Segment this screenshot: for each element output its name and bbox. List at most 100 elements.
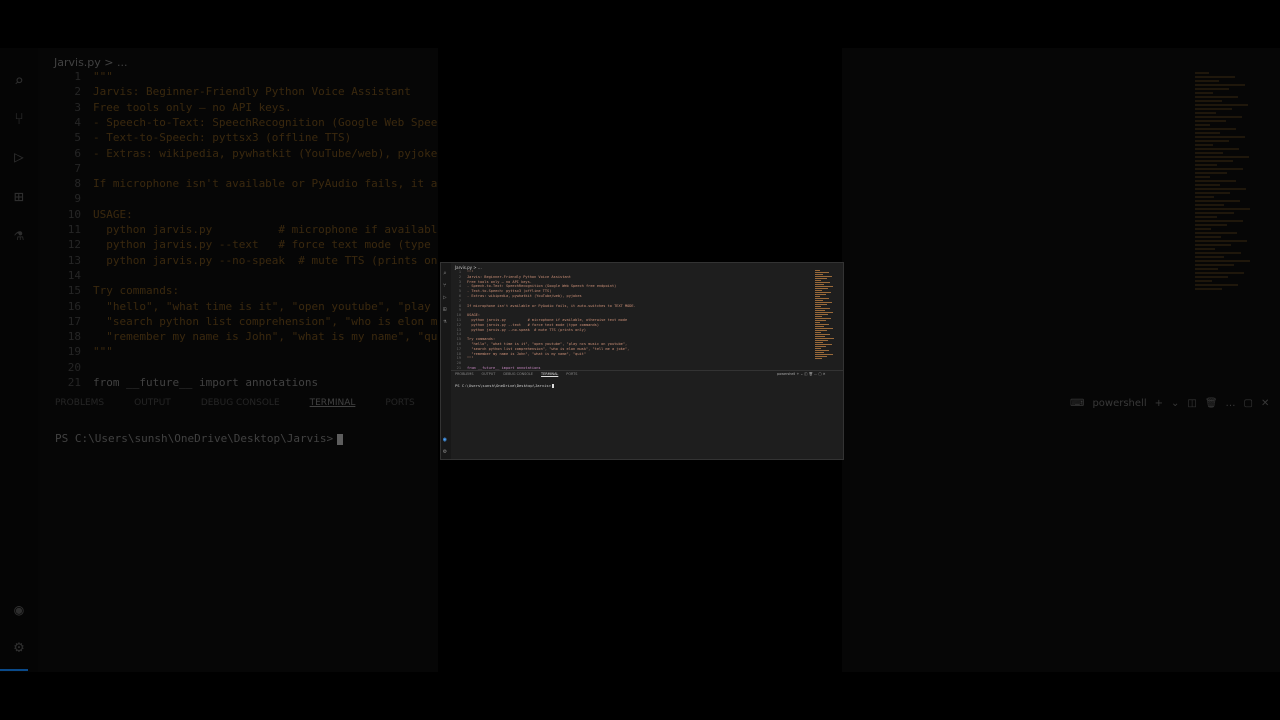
minimap-line [1195,128,1236,130]
fg-code-editor[interactable]: 1 """ 2 Jarvis: Beginner-Friendly Python Vo… [455,270,825,370]
minimap-line [815,288,828,289]
line-number: 20 [67,360,81,374]
maximize-icon[interactable]: ▢ [1244,398,1253,409]
more-icon[interactable]: … [1226,398,1236,409]
tab-terminal[interactable]: TERMINAL [310,398,356,408]
tab-terminal[interactable]: TERMINAL [541,372,558,376]
code-line: - Text-to-Speech: pyttsx3 (offline TTS) [467,289,552,294]
minimap-line [815,320,826,321]
tab-output[interactable]: OUTPUT [482,372,496,376]
minimap-line [815,352,824,353]
chevron-down-icon[interactable]: ⌄ [1171,398,1179,409]
fg-terminal-prompt[interactable]: PS C:\Users\sunsh\OneDrive\Desktop\Jarvi… [455,383,555,388]
minimap-line [815,278,827,279]
tab-output[interactable]: OUTPUT [134,398,171,408]
minimap-line [1195,224,1228,226]
line-number: 19 [67,345,81,359]
fg-terminal-cursor [552,384,555,388]
code-line: "remember my name is John", "what is my … [467,351,586,356]
minimap-line [1195,188,1247,190]
minimap-line [815,284,825,285]
fg-minimap[interactable] [815,269,839,369]
fg-panel-tabs: PROBLEMS OUTPUT DEBUG CONSOLE TERMINAL PORTS [455,372,585,376]
tab-problems[interactable]: PROBLEMS [55,398,104,408]
minimap-line [815,332,822,333]
account-icon[interactable]: ◉ [10,601,28,619]
tab-debug-console[interactable]: DEBUG CONSOLE [503,372,533,376]
line-number: 5 [458,289,461,294]
close-icon[interactable]: ✕ [1261,398,1269,409]
fg-account-icon[interactable]: ◉ [443,436,449,443]
minimap-line [815,280,821,281]
code-line: "search python list comprehension", "who… [106,314,440,328]
minimap-line [1195,256,1225,258]
minimap-line [1195,112,1216,114]
plus-icon[interactable]: + [1155,398,1163,409]
minimap-line [1195,192,1230,194]
tab-debug-console[interactable]: DEBUG CONSOLE [201,398,280,408]
line-number: 1 [458,270,461,274]
terminal-prompt[interactable]: PS C:\Users\sunsh\OneDrive\Desktop\Jarvi… [55,432,344,445]
source-control-icon[interactable]: ⑂ [10,110,28,128]
terminal-toolbar: ⌨ powershell + ⌄ ◫ 🗑 … ▢ ✕ [1070,398,1277,409]
line-number: 14 [456,332,461,337]
code-line: """ [467,270,474,274]
trash-icon[interactable]: 🗑 [1205,398,1218,409]
minimap-line [815,290,823,291]
code-line: Try commands: [93,284,180,298]
minimap-line [1195,216,1218,218]
line-number: 12 [456,322,461,327]
minimap-line [815,282,830,283]
line-number: 3 [458,279,461,284]
minimap-line [815,324,830,325]
minimap-line [1195,116,1242,118]
line-number: 7 [458,298,461,303]
fg-terminal-shell-label[interactable]: powershell [777,372,795,376]
tab-ports[interactable]: PORTS [566,372,577,376]
fg-testing-icon[interactable]: ⚗ [443,319,449,325]
minimap-line [815,276,833,277]
fg-gear-icon[interactable]: ⚙ [443,448,449,455]
code-editor[interactable]: 1 """ 2 Jarvis: Beginner-Friendly Python Vo… [55,70,440,390]
split-icon[interactable]: ◫ [1187,398,1196,409]
minimap-line [815,298,829,299]
line-number: 13 [67,253,81,267]
run-debug-icon[interactable]: ▷ [10,148,28,166]
minimap-line [1195,156,1249,158]
minimap-line [815,316,823,317]
minimap-line [815,356,828,357]
editor-tab[interactable]: Jarvis.py > ... [54,56,128,69]
search-icon[interactable]: ⌕ [10,72,28,90]
minimap-line [1195,80,1219,82]
code-line: "remember my name is John", "what is my … [93,330,440,344]
code-line: USAGE: [93,207,133,221]
extensions-icon[interactable]: ⊞ [10,188,28,206]
tab-ports[interactable]: PORTS [385,398,414,408]
line-number: 15 [67,284,81,298]
code-line: python jarvis.py # microphone if availab… [106,223,440,236]
minimap-line [1195,252,1241,254]
minimap-line [1195,88,1229,90]
terminal-shell-label[interactable]: powershell [1092,398,1146,409]
fg-search-icon[interactable]: ⌕ [443,271,449,277]
code-line: - Extras: wikipedia, pywhatkit (YouTube/… [93,146,440,160]
minimap-line [1195,96,1239,98]
minimap-line [815,338,834,339]
foreground-editor-window[interactable]: ⌕ ⑂ ▷ ⊞ ⚗ Jarvis.py > ... 1 """ 2 Jarvis: B… [440,262,844,460]
fg-source-control-icon[interactable]: ⑂ [443,283,449,289]
minimap[interactable] [1195,70,1265,310]
testing-icon[interactable]: ⚗ [10,226,28,244]
fg-run-debug-icon[interactable]: ▷ [443,295,449,301]
terminal-cursor [337,433,344,445]
gear-icon[interactable]: ⚙ [10,638,28,656]
fg-extensions-icon[interactable]: ⊞ [443,307,449,313]
minimap-line [1195,264,1235,266]
tab-problems[interactable]: PROBLEMS [455,372,474,376]
minimap-line [815,326,824,327]
line-number: 2 [458,274,461,279]
minimap-line [815,314,828,315]
minimap-line [1195,236,1221,238]
line-number: 17 [456,346,461,351]
line-number: 8 [458,303,461,308]
line-number: 8 [74,177,81,191]
